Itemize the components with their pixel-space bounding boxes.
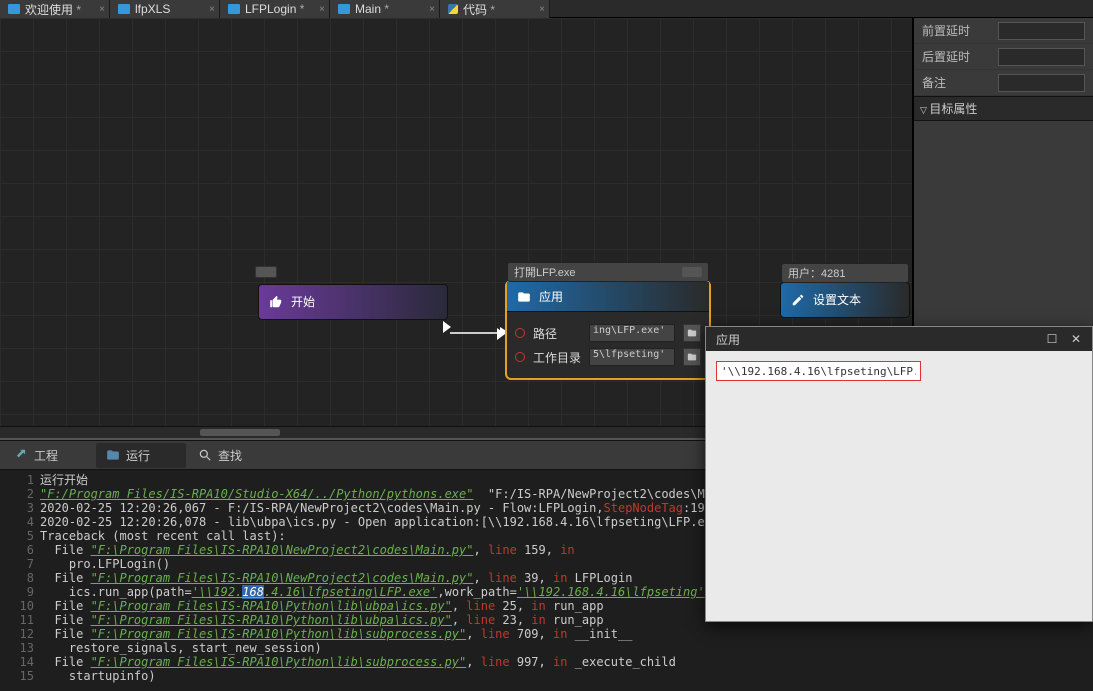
popup-path-input[interactable] [716, 361, 921, 381]
prop-input[interactable] [998, 74, 1085, 92]
tab-lfplogin[interactable]: LFPLogin × [220, 0, 330, 18]
port-in-icon[interactable] [497, 328, 505, 340]
python-icon [448, 4, 458, 14]
thumbs-up-icon [269, 295, 283, 309]
prop-workdir-value[interactable]: 5\lfpseting' [589, 348, 675, 366]
btn-label: 工程 [34, 447, 58, 464]
tab-project[interactable]: 工程 [4, 443, 94, 468]
browse-button[interactable] [683, 348, 701, 366]
node-settext[interactable]: 用户：4281 设置文本 [780, 282, 910, 318]
node-app[interactable]: 打開LFP.exe 应用 路径 ing\LFP.exe' [505, 280, 711, 380]
prop-workdir: 工作目录 5\lfpseting' [515, 348, 701, 366]
popup-body [706, 351, 1092, 391]
tab-code[interactable]: 代码 × [440, 0, 550, 18]
search-icon [198, 448, 212, 462]
scrollbar-thumb[interactable] [200, 429, 280, 436]
close-icon[interactable]: × [209, 4, 215, 15]
folder-open-icon [517, 290, 531, 304]
tab-run[interactable]: 运行 [96, 443, 186, 468]
prop-pre-delay: 前置延时 [914, 18, 1093, 44]
prop-input[interactable] [998, 48, 1085, 66]
node-caption: 打開LFP.exe [507, 262, 709, 282]
popup-window[interactable]: 应用 ☐ ✕ [705, 326, 1093, 622]
tab-main[interactable]: Main × [330, 0, 440, 18]
section-target[interactable]: 目标属性 [914, 96, 1093, 121]
prop-label: 后置延时 [922, 48, 992, 65]
flow-icon [338, 4, 350, 14]
tab-bar: 欢迎使用 × lfpXLS × LFPLogin × Main × 代码 × [0, 0, 1093, 18]
bullet-icon [515, 328, 525, 338]
options-icon[interactable] [682, 267, 702, 277]
prop-post-delay: 后置延时 [914, 44, 1093, 70]
tab-label: lfpXLS [135, 2, 170, 16]
tab-welcome[interactable]: 欢迎使用 × [0, 0, 110, 18]
node-caption-text: 打開LFP.exe [514, 264, 576, 280]
close-icon[interactable]: × [429, 4, 435, 15]
maximize-button[interactable]: ☐ [1040, 328, 1064, 350]
node-caption: 用户：4281 [781, 263, 909, 283]
prop-remark: 备注 [914, 70, 1093, 96]
btn-label: 运行 [126, 447, 150, 464]
edge [450, 332, 502, 334]
popup-titlebar[interactable]: 应用 ☐ ✕ [706, 327, 1092, 351]
close-icon[interactable]: × [99, 4, 105, 15]
tab-label: Main [355, 2, 389, 16]
prop-path: 路径 ing\LFP.exe' [515, 324, 701, 342]
flow-icon [228, 4, 240, 14]
hammer-icon [14, 448, 28, 462]
node-start[interactable]: 开始 [258, 284, 448, 320]
tab-find[interactable]: 查找 [188, 443, 278, 468]
browse-button[interactable] [683, 324, 701, 342]
flow-icon [118, 4, 130, 14]
close-icon[interactable]: × [319, 4, 325, 15]
node-badge-icon [255, 266, 277, 278]
node-caption-text: 用户：4281 [788, 268, 845, 280]
prop-label: 备注 [922, 74, 992, 91]
prop-path-value[interactable]: ing\LFP.exe' [589, 324, 675, 342]
prop-input[interactable] [998, 22, 1085, 40]
node-settext-label: 设置文本 [813, 291, 861, 308]
node-app-label: 应用 [539, 288, 563, 305]
popup-title: 应用 [716, 331, 740, 348]
prop-label: 前置延时 [922, 22, 992, 39]
close-icon[interactable]: × [539, 4, 545, 15]
line-gutter: 1 2 3 4 5 6 7 8 9 10 11 12 13 14 15 [0, 473, 40, 688]
node-start-label: 开始 [291, 293, 315, 310]
tab-label: LFPLogin [245, 2, 304, 16]
prop-path-label: 路径 [533, 325, 581, 342]
tab-lfpxls[interactable]: lfpXLS × [110, 0, 220, 18]
edit-icon [791, 293, 805, 307]
bullet-icon [515, 352, 525, 362]
close-button[interactable]: ✕ [1064, 328, 1088, 350]
folder-icon [106, 448, 120, 462]
btn-label: 查找 [218, 447, 242, 464]
tab-label: 欢迎使用 [25, 1, 81, 18]
flow-icon [8, 4, 20, 14]
prop-workdir-label: 工作目录 [533, 349, 581, 366]
tab-label: 代码 [463, 1, 495, 18]
